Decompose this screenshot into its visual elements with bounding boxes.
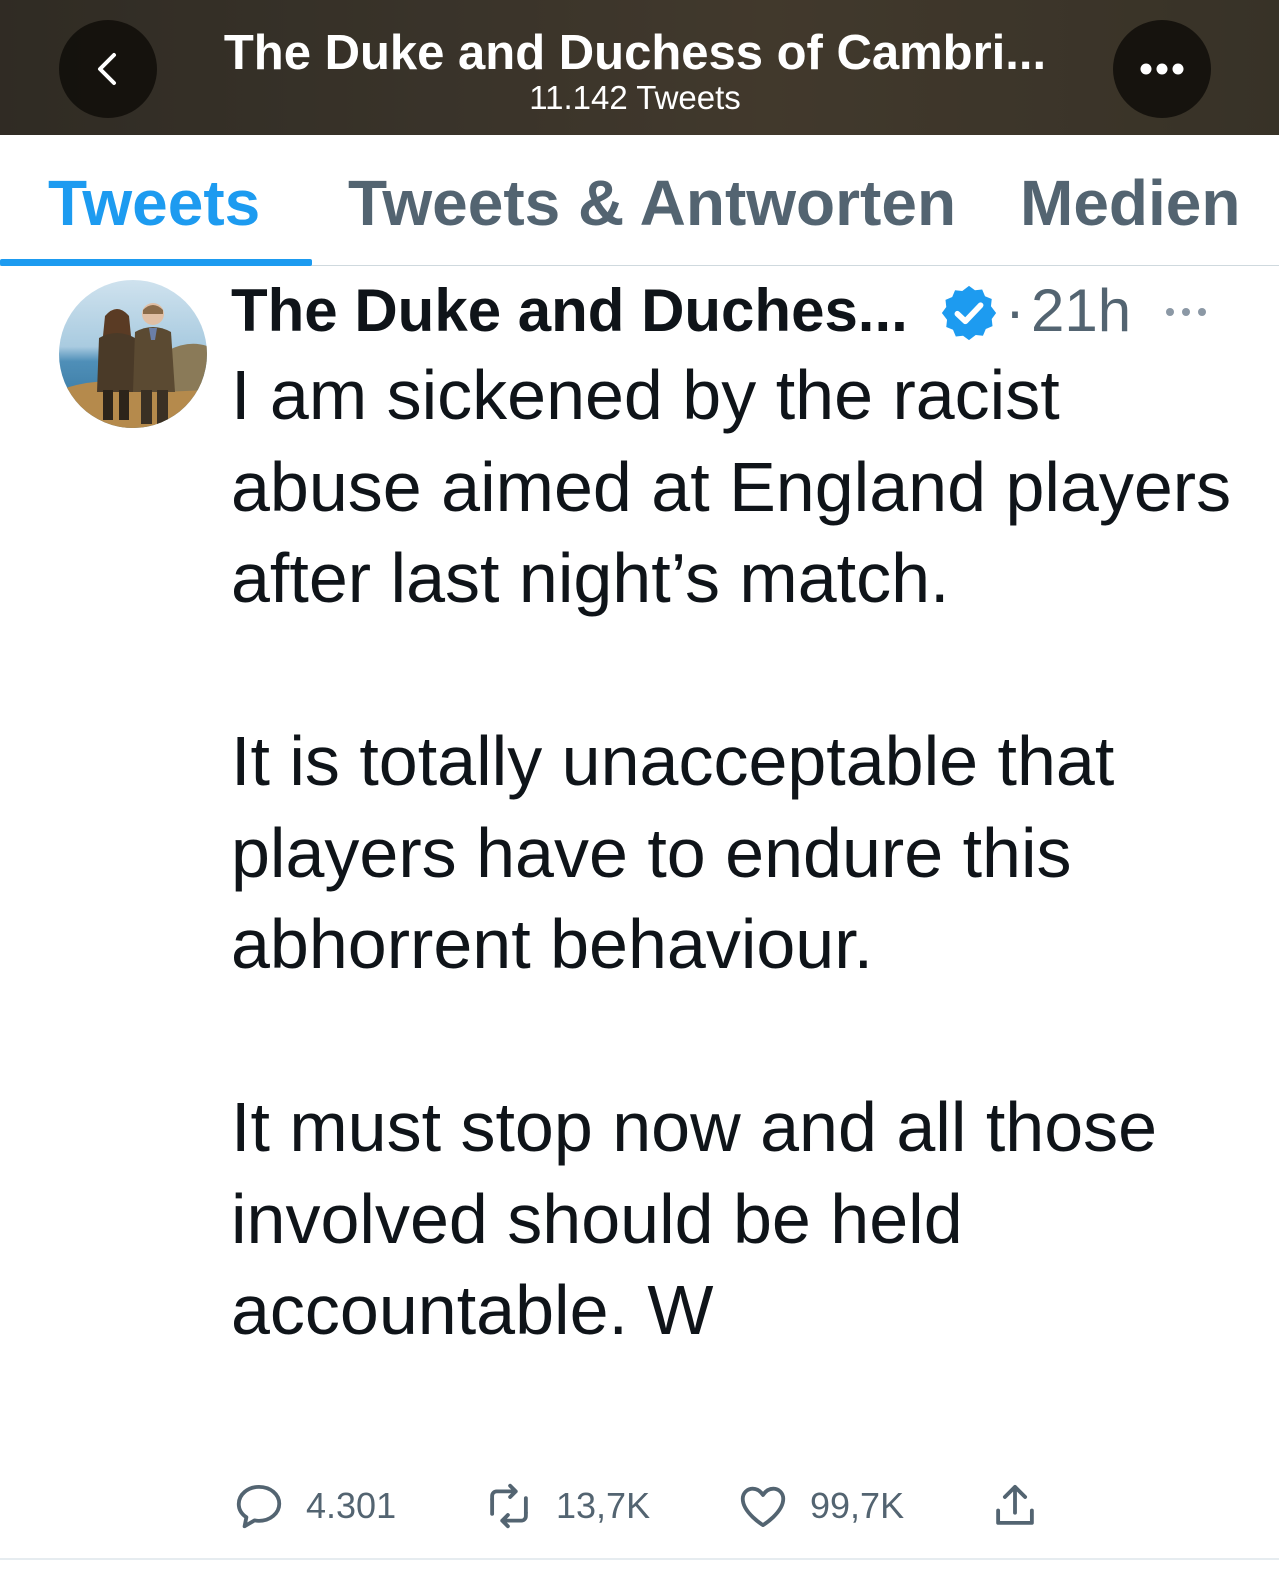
reply-count: 4.301 — [306, 1485, 397, 1526]
tab-media[interactable]: Medien — [1020, 165, 1240, 241]
tweet-actions: 4.301 13,7K 99,7K — [0, 1474, 1279, 1544]
share-button[interactable] — [988, 1474, 1042, 1538]
profile-header: The Duke and Duchess of Cambri... 11.142… — [0, 0, 1279, 135]
share-icon — [996, 1484, 1034, 1525]
heart-icon — [740, 1486, 786, 1528]
ellipsis-icon[interactable] — [1161, 282, 1211, 338]
avatar[interactable] — [59, 280, 207, 428]
like-button[interactable]: 99,7K — [736, 1474, 904, 1538]
tweet-paragraph: It is totally unacceptable that players … — [231, 722, 1115, 983]
chevron-left-icon — [98, 53, 116, 85]
separator-dot: · — [1005, 277, 1025, 344]
active-tab-indicator — [0, 259, 312, 266]
tweet-paragraph: I am sickened by the racist abuse aimed … — [231, 356, 1232, 617]
tweet-timestamp[interactable]: 21h — [1031, 276, 1131, 346]
divider — [0, 1558, 1279, 1560]
retweet-button[interactable]: 13,7K — [482, 1474, 650, 1538]
author-name[interactable]: The Duke and Duches... — [231, 276, 908, 346]
like-count: 99,7K — [810, 1485, 905, 1526]
header-title: The Duke and Duchess of Cambri... — [223, 26, 1047, 80]
retweet-icon — [490, 1483, 528, 1529]
profile-tabs: Tweets Tweets & Antworten Medien — [0, 135, 1279, 266]
ellipsis-icon — [1140, 63, 1184, 75]
tab-tweets-and-replies[interactable]: Tweets & Antworten — [348, 165, 956, 241]
header-tweet-count: 11.142 Tweets — [529, 79, 741, 116]
retweet-count: 13,7K — [556, 1485, 651, 1526]
reply-icon — [236, 1484, 282, 1529]
more-options-button[interactable] — [1113, 20, 1211, 118]
tweet-paragraph: It must stop now and all those involved … — [231, 1088, 1158, 1349]
tweet-header: The Duke and Duches... · 21h — [231, 276, 1241, 346]
verified-badge-icon — [941, 285, 997, 341]
reply-button[interactable]: 4.301 — [232, 1474, 396, 1538]
tweet-text: I am sickened by the racist abuse aimed … — [231, 350, 1241, 1357]
back-button[interactable] — [59, 20, 157, 118]
tab-tweets[interactable]: Tweets — [48, 165, 260, 241]
